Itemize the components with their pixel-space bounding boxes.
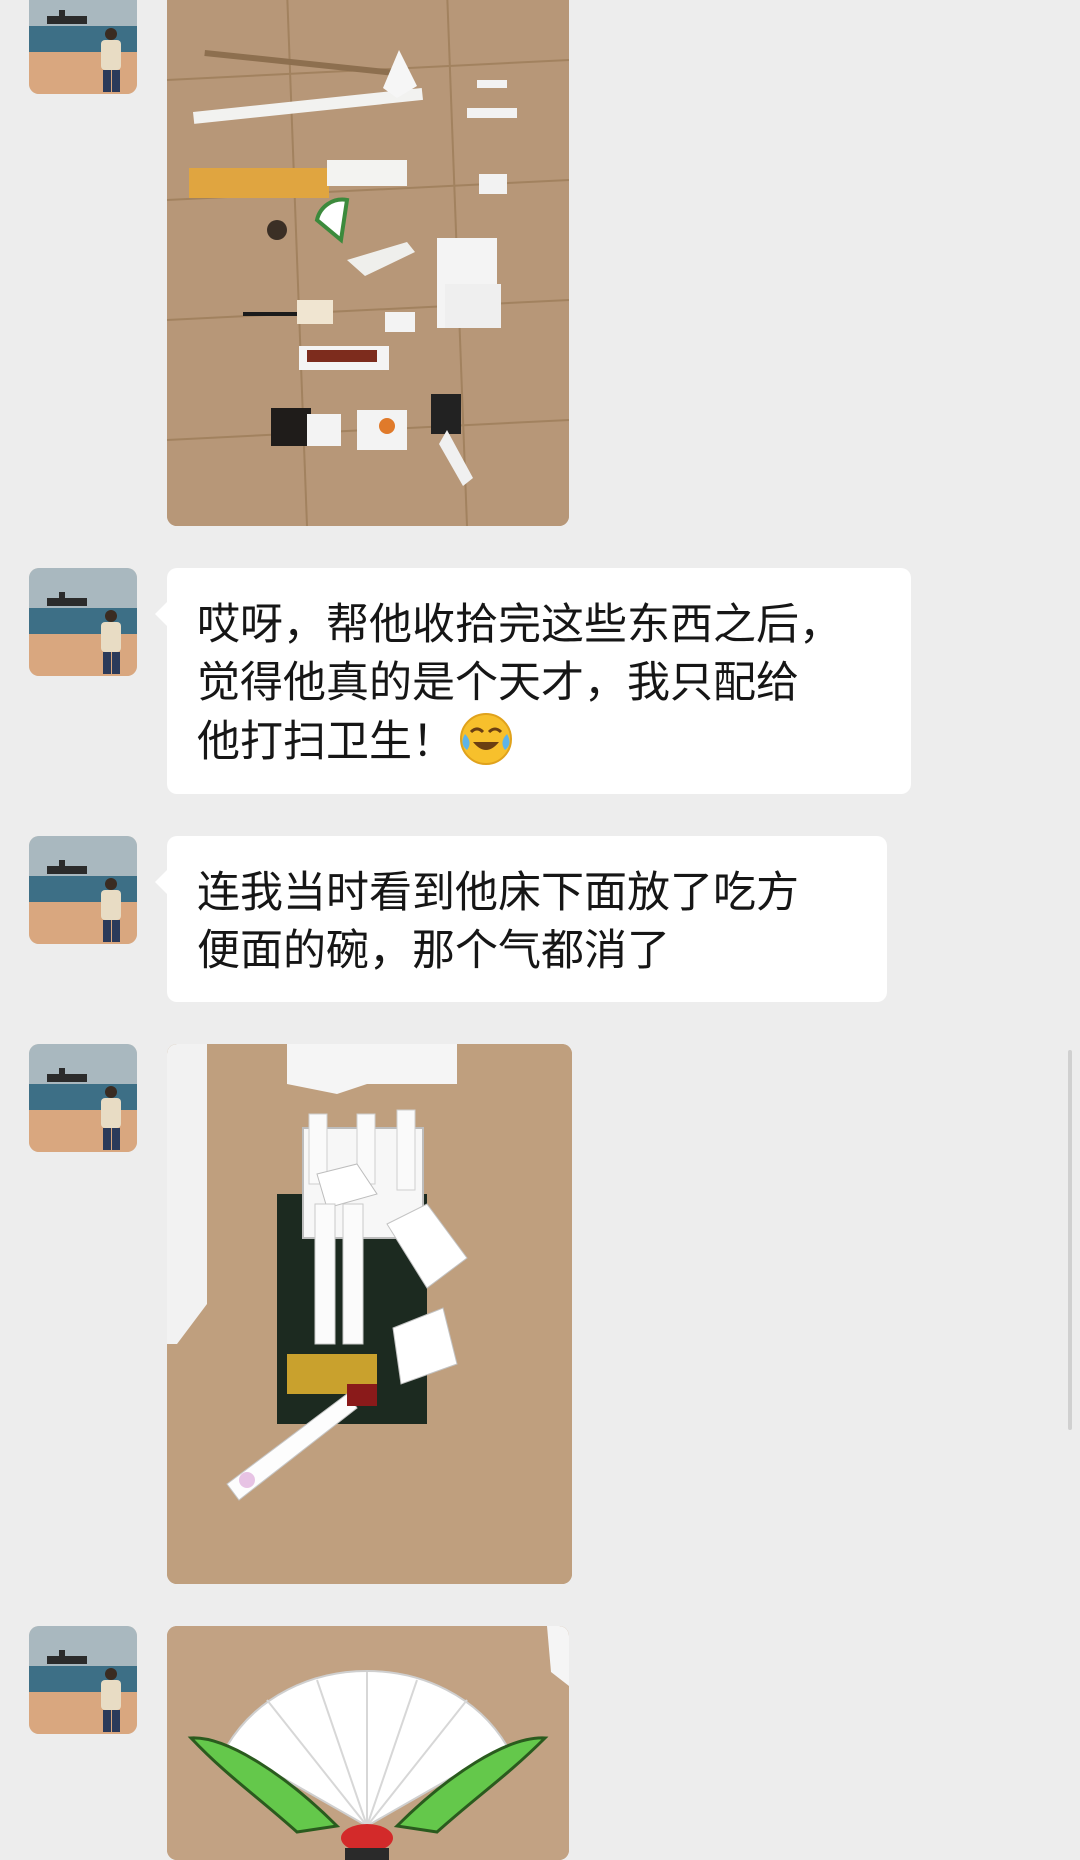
crying-laughing-emoji-icon: [460, 713, 512, 765]
avatar[interactable]: [29, 0, 137, 94]
avatar-image: [29, 0, 137, 94]
avatar[interactable]: [29, 1044, 137, 1152]
message-text-line: 便面的碗，那个气都消了: [197, 926, 670, 976]
text-bubble[interactable]: 连我当时看到他床下面放了吃方 便面的碗，那个气都消了: [155, 836, 887, 1002]
photo-message[interactable]: [167, 1044, 572, 1584]
message-text-line: 连我当时看到他床下面放了吃方: [197, 868, 799, 918]
message-text-line: 觉得他真的是个天才，我只配给: [197, 658, 799, 708]
message-text-segment: 他打扫卫生！: [197, 717, 455, 767]
avatar[interactable]: [29, 568, 137, 676]
paper-fan-photo: [167, 1626, 569, 1860]
avatar[interactable]: [29, 1626, 137, 1734]
avatar-image: [29, 1626, 137, 1734]
message-text-line: 哎呀，帮他收拾完这些东西之后，: [197, 600, 842, 650]
paper-objects-photo: [167, 0, 569, 526]
paper-robot-photo: [167, 1044, 572, 1584]
avatar-image: [29, 568, 137, 676]
photo-message[interactable]: [167, 0, 569, 526]
scrollbar[interactable]: [1068, 1050, 1072, 1430]
avatar-image: [29, 836, 137, 944]
message-text-line: 他打扫卫生！: [197, 712, 881, 771]
avatar[interactable]: [29, 836, 137, 944]
text-bubble[interactable]: 哎呀，帮他收拾完这些东西之后， 觉得他真的是个天才，我只配给 他打扫卫生！: [155, 568, 911, 794]
avatar-image: [29, 1044, 137, 1152]
photo-message[interactable]: [167, 1626, 569, 1860]
